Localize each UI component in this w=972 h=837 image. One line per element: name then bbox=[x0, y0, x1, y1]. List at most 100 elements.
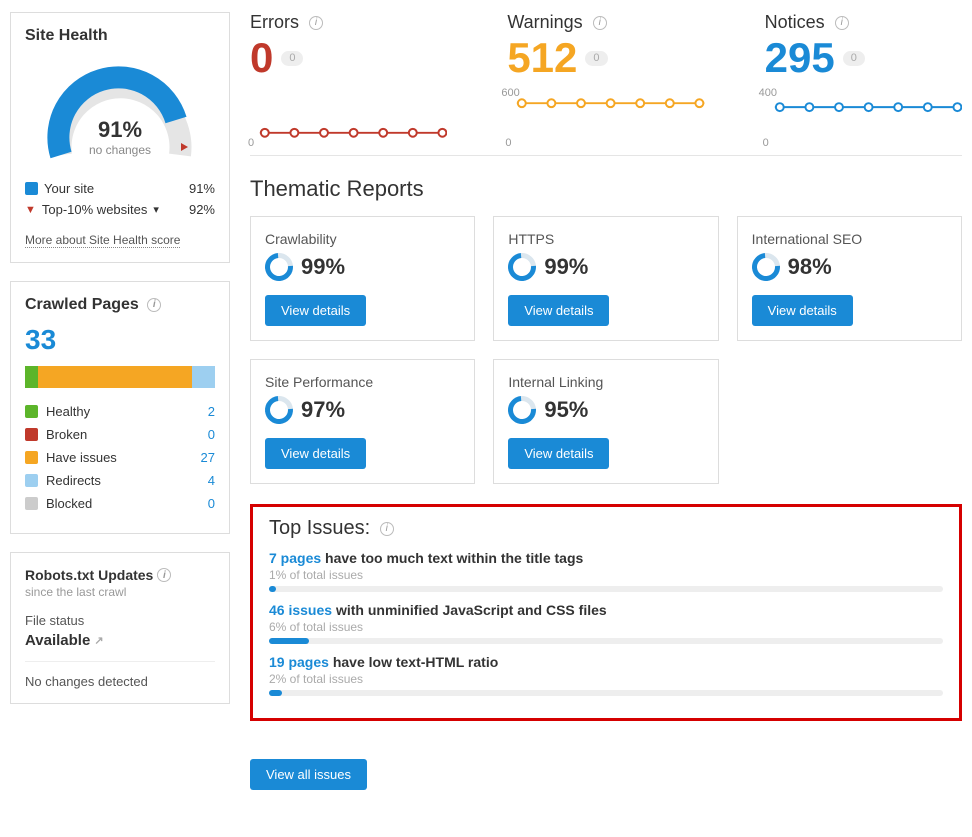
issue-subtext: 1% of total issues bbox=[269, 568, 943, 582]
thematic-name: Internal Linking bbox=[508, 374, 703, 390]
view-details-button[interactable]: View details bbox=[265, 295, 366, 326]
caret-down-icon: ▼ bbox=[25, 204, 36, 216]
info-icon[interactable]: i bbox=[157, 568, 171, 582]
delta-pill: 0 bbox=[843, 51, 865, 66]
errors-stat: Errorsi 00 0 bbox=[250, 12, 447, 143]
view-details-button[interactable]: View details bbox=[752, 295, 853, 326]
thematic-value: 99% bbox=[301, 254, 345, 280]
legend-your-site: Your site 91% bbox=[25, 181, 215, 196]
square-icon bbox=[25, 451, 38, 464]
site-health-gauge: 91% no changes bbox=[43, 55, 198, 165]
site-health-title: Site Health bbox=[25, 27, 215, 45]
crawled-stackbar bbox=[25, 366, 215, 388]
issue-progressbar bbox=[269, 586, 943, 592]
ring-icon bbox=[259, 390, 298, 429]
info-icon[interactable]: i bbox=[309, 16, 323, 30]
file-status-label: File status bbox=[25, 613, 215, 628]
issue-row[interactable]: 19 pages have low text-HTML ratio 2% of … bbox=[269, 654, 943, 696]
thematic-title: Thematic Reports bbox=[250, 176, 962, 202]
square-icon bbox=[25, 405, 38, 418]
issue-progressbar bbox=[269, 690, 943, 696]
top-issues-title: Top Issues: i bbox=[269, 517, 943, 540]
issue-progressbar bbox=[269, 638, 943, 644]
delta-pill: 0 bbox=[281, 51, 303, 66]
crawled-label: Blocked bbox=[46, 496, 92, 511]
thematic-name: HTTPS bbox=[508, 231, 703, 247]
square-icon bbox=[25, 497, 38, 510]
external-link-icon: ↗ bbox=[94, 634, 103, 647]
square-icon bbox=[25, 182, 38, 195]
crawled-pages-card: Crawled Pages i 33 Healthy 2 Broken 0 Have i… bbox=[10, 281, 230, 534]
crawled-count: 4 bbox=[208, 473, 215, 488]
thematic-value: 97% bbox=[301, 397, 345, 423]
issue-text: 46 issues with unminified JavaScript and… bbox=[269, 602, 943, 618]
view-all-issues-button[interactable]: View all issues bbox=[250, 759, 367, 790]
crawled-row[interactable]: Have issues 27 bbox=[25, 450, 215, 465]
thematic-name: Crawlability bbox=[265, 231, 460, 247]
robots-title: Robots.txt Updates i bbox=[25, 567, 171, 583]
notices-stat: Noticesi 2950 400 0 bbox=[765, 12, 962, 143]
crawled-label: Healthy bbox=[46, 404, 90, 419]
gauge-subtext: no changes bbox=[43, 143, 198, 157]
view-details-button[interactable]: View details bbox=[508, 295, 609, 326]
errors-sparkline: 0 bbox=[250, 93, 447, 143]
thematic-value: 98% bbox=[788, 254, 832, 280]
thematic-card: HTTPS 99% View details bbox=[493, 216, 718, 341]
notices-sparkline: 400 0 bbox=[765, 93, 962, 143]
robots-since: since the last crawl bbox=[25, 585, 215, 599]
ring-icon bbox=[503, 247, 542, 286]
info-icon[interactable]: i bbox=[835, 16, 849, 30]
issue-subtext: 2% of total issues bbox=[269, 672, 943, 686]
crawled-label: Broken bbox=[46, 427, 87, 442]
stackbar-segment bbox=[38, 366, 192, 388]
crawled-row[interactable]: Redirects 4 bbox=[25, 473, 215, 488]
warnings-sparkline: 600 0 bbox=[507, 93, 704, 143]
stackbar-segment bbox=[192, 366, 215, 388]
ring-icon bbox=[259, 247, 298, 286]
square-icon bbox=[25, 474, 38, 487]
ring-icon bbox=[746, 247, 785, 286]
issue-row[interactable]: 7 pages have too much text within the ti… bbox=[269, 550, 943, 592]
crawled-count: 27 bbox=[201, 450, 215, 465]
legend-top10[interactable]: ▼ Top-10% websites ▾ 92% bbox=[25, 202, 215, 217]
thematic-value: 99% bbox=[544, 254, 588, 280]
crawled-label: Redirects bbox=[46, 473, 101, 488]
info-icon[interactable]: i bbox=[593, 16, 607, 30]
issue-text: 19 pages have low text-HTML ratio bbox=[269, 654, 943, 670]
robots-card: Robots.txt Updates i since the last craw… bbox=[10, 552, 230, 704]
thematic-section: Thematic Reports Crawlability 99% View d… bbox=[250, 176, 962, 484]
crawled-count: 2 bbox=[208, 404, 215, 419]
robots-no-changes: No changes detected bbox=[25, 661, 215, 689]
crawled-count: 0 bbox=[208, 427, 215, 442]
info-icon[interactable]: i bbox=[147, 298, 161, 312]
top-stats-row: Errorsi 00 0 Warningsi 5120 600 0 Notice… bbox=[250, 12, 962, 156]
view-details-button[interactable]: View details bbox=[265, 438, 366, 469]
thematic-card: Crawlability 99% View details bbox=[250, 216, 475, 341]
stackbar-segment bbox=[25, 366, 38, 388]
thematic-name: International SEO bbox=[752, 231, 947, 247]
crawled-title: Crawled Pages i bbox=[25, 296, 215, 314]
crawled-row[interactable]: Blocked 0 bbox=[25, 496, 215, 511]
crawled-row[interactable]: Broken 0 bbox=[25, 427, 215, 442]
issue-row[interactable]: 46 issues with unminified JavaScript and… bbox=[269, 602, 943, 644]
delta-pill: 0 bbox=[585, 51, 607, 66]
view-details-button[interactable]: View details bbox=[508, 438, 609, 469]
crawled-row[interactable]: Healthy 2 bbox=[25, 404, 215, 419]
thematic-value: 95% bbox=[544, 397, 588, 423]
site-health-more-link[interactable]: More about Site Health score bbox=[25, 233, 180, 248]
issue-subtext: 6% of total issues bbox=[269, 620, 943, 634]
site-health-card: Site Health 91% no changes Your site bbox=[10, 12, 230, 263]
info-icon[interactable]: i bbox=[380, 522, 394, 536]
chevron-down-icon: ▾ bbox=[153, 203, 159, 216]
crawled-count: 0 bbox=[208, 496, 215, 511]
crawled-total: 33 bbox=[25, 324, 215, 356]
ring-icon bbox=[503, 390, 542, 429]
issue-text: 7 pages have too much text within the ti… bbox=[269, 550, 943, 566]
thematic-card: Internal Linking 95% View details bbox=[493, 359, 718, 484]
crawled-label: Have issues bbox=[46, 450, 117, 465]
thematic-card: International SEO 98% View details bbox=[737, 216, 962, 341]
square-icon bbox=[25, 428, 38, 441]
file-status-value[interactable]: Available ↗ bbox=[25, 632, 104, 649]
warnings-stat: Warningsi 5120 600 0 bbox=[507, 12, 704, 143]
top-issues-section: Top Issues: i 7 pages have too much text… bbox=[250, 504, 962, 721]
